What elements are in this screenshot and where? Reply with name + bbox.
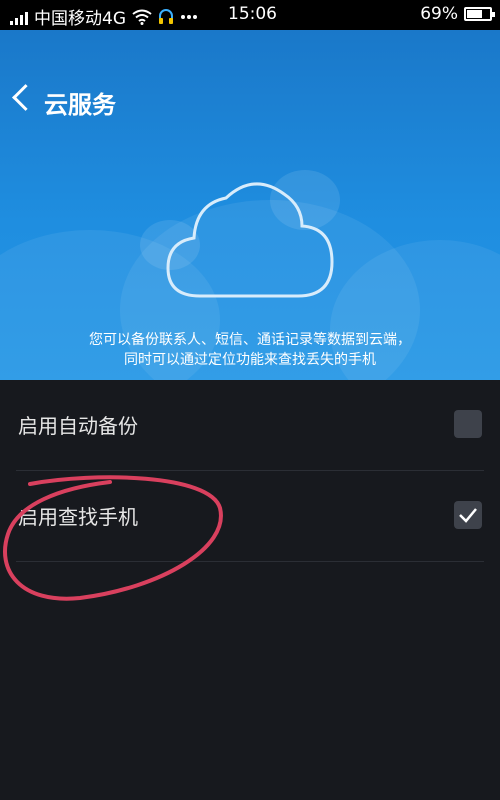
- status-left: 中国移动4G: [10, 4, 203, 29]
- page-title: 云服务: [44, 91, 116, 119]
- setting-auto-backup[interactable]: 启用自动备份: [16, 380, 484, 471]
- cloud-icon: [166, 182, 334, 298]
- status-bar: 中国移动4G 15:06 69%: [0, 0, 500, 30]
- status-time: 15:06: [228, 4, 277, 24]
- cloud-service-header: 云服务 您可以备份联系人、短信、通话记录等数据到云端， 同时可以通过定位功能来查…: [0, 30, 500, 380]
- auto-backup-checkbox[interactable]: [454, 410, 482, 438]
- checkmark-icon: [459, 508, 477, 523]
- carrier-label: 中国移动4G: [34, 9, 126, 29]
- headset-icon: [157, 8, 175, 26]
- back-button[interactable]: [8, 76, 42, 116]
- wifi-icon: [132, 9, 152, 25]
- more-icon: [180, 14, 198, 20]
- description-line-1: 您可以备份联系人、短信、通话记录等数据到云端，: [89, 332, 411, 348]
- description-line-2: 同时可以通过定位功能来查找丢失的手机: [124, 352, 376, 368]
- service-description: 您可以备份联系人、短信、通话记录等数据到云端， 同时可以通过定位功能来查找丢失的…: [0, 330, 500, 370]
- chevron-left-icon: [12, 84, 39, 111]
- setting-label: 启用自动备份: [18, 414, 138, 438]
- annotation-circle: [3, 475, 223, 601]
- battery-icon: [464, 7, 495, 21]
- battery-percent: 69%: [420, 4, 458, 24]
- find-phone-checkbox[interactable]: [454, 501, 482, 529]
- battery-indicator: 69%: [420, 4, 495, 24]
- signal-icon: [10, 9, 28, 25]
